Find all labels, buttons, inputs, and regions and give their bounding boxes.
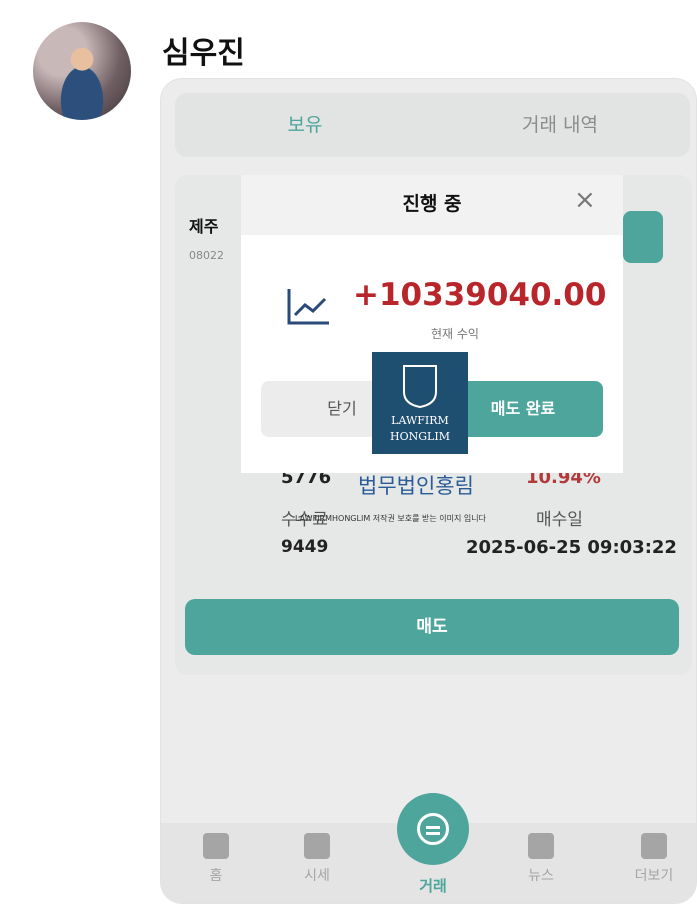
nav-trade-label: 거래 bbox=[419, 877, 447, 895]
chat-message: 심우진 보유 거래 내역 제주 08022 5776 10.94% 수수료 매수… bbox=[0, 0, 697, 912]
market-icon bbox=[304, 833, 330, 859]
watermark-logo: LAWFIRM HONGLIM bbox=[372, 352, 468, 454]
stock-code: 08022 bbox=[189, 249, 224, 262]
stock-name: 제주 bbox=[189, 217, 219, 236]
profit-label: 현재 수익 bbox=[431, 327, 479, 341]
profit-value: +10339040.00 bbox=[353, 277, 607, 313]
nav-more[interactable]: 더보기 bbox=[619, 833, 689, 885]
watermark-name: 법무법인홍림 bbox=[358, 474, 474, 498]
watermark-logo-line1: LAWFIRM bbox=[391, 414, 449, 427]
avatar[interactable] bbox=[33, 22, 131, 120]
sender-name: 심우진 bbox=[162, 36, 245, 71]
sell-button[interactable]: 매도 bbox=[185, 599, 679, 655]
person-icon bbox=[641, 833, 667, 859]
tab-holdings[interactable]: 보유 bbox=[205, 93, 405, 157]
nav-more-label: 더보기 bbox=[634, 868, 674, 884]
nav-news-label: 뉴스 bbox=[528, 868, 554, 884]
tab-history[interactable]: 거래 내역 bbox=[460, 93, 660, 157]
buy-date-label: 매수일 bbox=[536, 510, 583, 530]
nav-home-label: 홈 bbox=[209, 868, 223, 884]
trade-icon bbox=[417, 813, 449, 845]
fee-value: 9449 bbox=[281, 537, 329, 557]
watermark-logo-line2: HONGLIM bbox=[390, 430, 450, 443]
home-icon bbox=[203, 833, 229, 859]
buy-date-value: 2025-06-25 09:03:22 bbox=[466, 537, 677, 558]
tab-bar: 보유 거래 내역 bbox=[175, 93, 690, 157]
line-chart-icon bbox=[287, 289, 329, 325]
nav-home[interactable]: 홈 bbox=[181, 833, 251, 885]
shield-icon bbox=[403, 365, 437, 408]
watermark-copyright: LAWFIRMHONGLIM 저작권 보호를 받는 이미지 입니다 bbox=[295, 514, 486, 523]
stock-action-button[interactable] bbox=[623, 211, 663, 263]
news-icon bbox=[528, 833, 554, 859]
modal-title: 진행 중 bbox=[402, 193, 462, 215]
nav-market-label: 시세 bbox=[304, 868, 330, 884]
nav-market[interactable]: 시세 bbox=[282, 833, 352, 885]
close-icon[interactable]: × bbox=[574, 185, 596, 215]
nav-news[interactable]: 뉴스 bbox=[506, 833, 576, 885]
trade-button[interactable] bbox=[397, 793, 469, 865]
